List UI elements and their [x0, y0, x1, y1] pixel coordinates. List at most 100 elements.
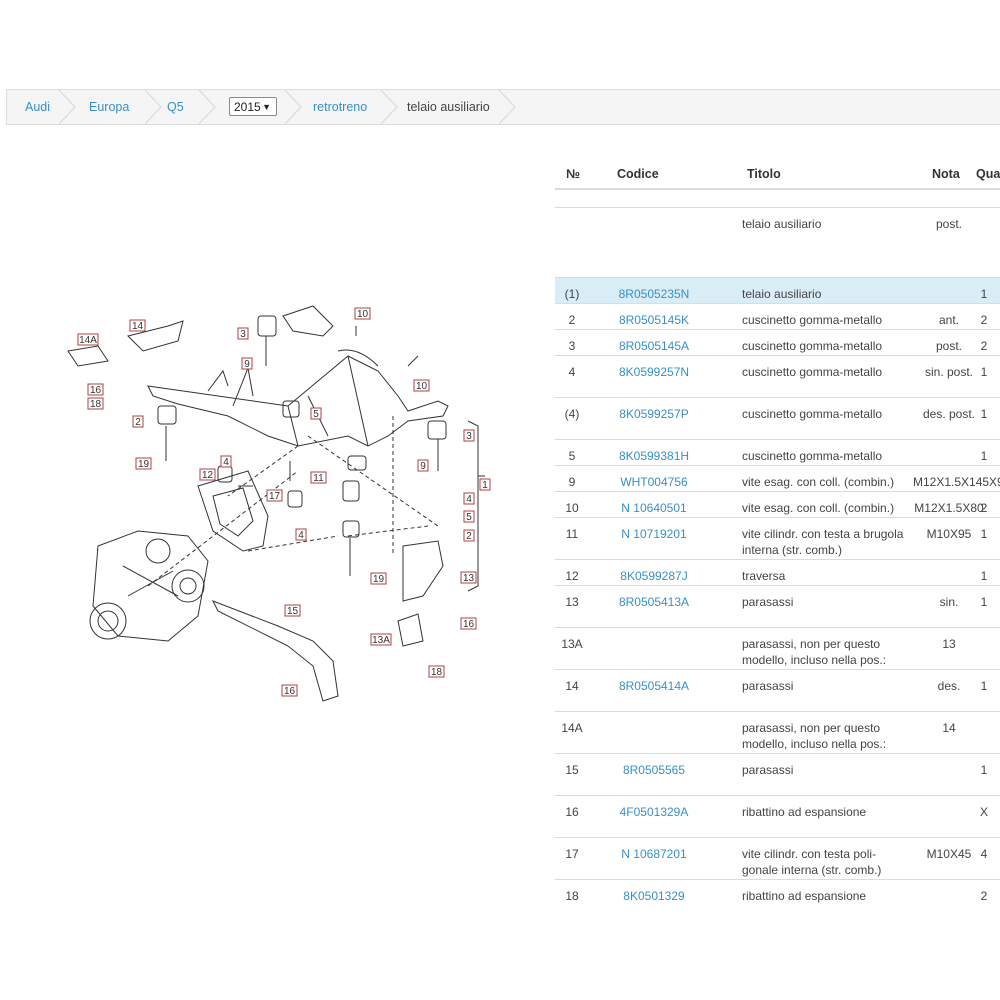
- part-title: parasassi: [742, 763, 794, 777]
- crossmember-outline: [197, 470, 269, 552]
- callout-2[interactable]: 2: [132, 415, 144, 428]
- callout-label: 16: [90, 385, 102, 396]
- part-quantity: 1: [980, 679, 988, 693]
- part-code-link[interactable]: N 10719201: [599, 526, 709, 542]
- breadcrumb: Audi Europa Q5 2015 ▼ retrotreno telaio …: [6, 89, 1000, 125]
- header-code[interactable]: Codice: [617, 167, 659, 181]
- table-row[interactable]: (1) 8R0505235N telaio ausiliario 1: [555, 277, 1000, 303]
- table-row[interactable]: 14 8R0505414A parasassi des. 1: [555, 669, 1000, 711]
- part-number: 13A: [561, 637, 583, 651]
- header-number[interactable]: №: [566, 167, 580, 181]
- part-code-link[interactable]: N 10687201: [599, 846, 709, 862]
- stone-guard-14A: [67, 345, 109, 367]
- callout-1[interactable]: 1: [479, 478, 491, 491]
- breadcrumb-item-model[interactable]: Q5: [167, 90, 184, 124]
- callout-5[interactable]: 5: [463, 510, 475, 523]
- part-code-link[interactable]: 8R0505145K: [599, 312, 709, 328]
- part-title: ribattino ad espansione: [742, 889, 867, 903]
- callout-19[interactable]: 19: [370, 572, 387, 585]
- part-code-link[interactable]: WHT004756: [599, 474, 709, 490]
- breadcrumb-item-current: telaio ausiliario: [407, 100, 490, 114]
- breadcrumb-item-region[interactable]: Europa: [89, 90, 129, 124]
- callout-16[interactable]: 16: [460, 617, 477, 630]
- callout-label: 12: [202, 470, 214, 481]
- breadcrumb-link[interactable]: Q5: [167, 100, 184, 114]
- breadcrumb-item-make[interactable]: Audi: [25, 90, 50, 124]
- table-row[interactable]: 2 8R0505145K cuscinetto gomma-metallo ant. 2: [555, 303, 1000, 329]
- header-quantity[interactable]: Qua: [976, 167, 1000, 181]
- part-title: cuscinetto gomma-metallo: [742, 407, 883, 421]
- part-quantity: 1: [980, 569, 988, 583]
- callout-14[interactable]: 14: [129, 319, 146, 332]
- part-code-link[interactable]: 8R0505565: [599, 762, 709, 778]
- callout-11[interactable]: 11: [310, 471, 327, 484]
- part-code-link[interactable]: 8R0505235N: [599, 286, 709, 302]
- part-code-link[interactable]: 8K0501329: [599, 888, 709, 904]
- callout-17[interactable]: 17: [266, 489, 283, 502]
- callout-2[interactable]: 2: [463, 529, 475, 542]
- part-number: 17: [565, 847, 579, 861]
- stone-guard-15: [211, 600, 339, 702]
- table-row[interactable]: 3 8R0505145A cuscinetto gomma-metallo post.…: [555, 329, 1000, 355]
- callout-16[interactable]: 16: [87, 383, 104, 396]
- part-code-link[interactable]: 8K0599381H: [599, 448, 709, 464]
- callout-label: 5: [313, 409, 319, 420]
- table-row[interactable]: 14A parasassi, non per questo modello, in…: [555, 711, 1000, 753]
- part-code-link[interactable]: 4F0501329A: [599, 804, 709, 820]
- table-row[interactable]: 5 8K0599381H cuscinetto gomma-metallo 1: [555, 439, 1000, 465]
- callout-5[interactable]: 5: [310, 407, 322, 420]
- callout-9[interactable]: 9: [417, 459, 429, 472]
- callout-15[interactable]: 15: [284, 604, 301, 617]
- callout-3[interactable]: 3: [237, 327, 249, 340]
- part-code-link[interactable]: 8K0599287J: [599, 568, 709, 584]
- callout-13A[interactable]: 13A: [370, 633, 392, 646]
- callout-19[interactable]: 19: [135, 457, 152, 470]
- year-select[interactable]: 2015 ▼: [229, 97, 277, 116]
- header-note[interactable]: Nota: [932, 167, 960, 181]
- callout-12[interactable]: 12: [199, 468, 216, 481]
- callout-18[interactable]: 18: [428, 665, 445, 678]
- header-title[interactable]: Titolo: [747, 167, 781, 181]
- callout-9[interactable]: 9: [241, 357, 253, 370]
- table-row[interactable]: 16 4F0501329A ribattino ad espansione X: [555, 795, 1000, 837]
- table-row[interactable]: 13A parasassi, non per questo modello, in…: [555, 627, 1000, 669]
- callout-14A[interactable]: 14A: [77, 333, 99, 346]
- part-code-link[interactable]: N 10640501: [599, 500, 709, 516]
- differential-outline: [92, 530, 209, 642]
- part-code-link[interactable]: 8K0599257N: [599, 364, 709, 380]
- breadcrumb-item-group[interactable]: retrotreno: [313, 90, 367, 124]
- breadcrumb-link[interactable]: Europa: [89, 100, 129, 114]
- part-number: (1): [564, 287, 580, 301]
- callout-10[interactable]: 10: [413, 379, 430, 392]
- part-number: 5: [568, 449, 576, 463]
- callout-16[interactable]: 16: [281, 684, 298, 697]
- table-row[interactable]: 15 8R0505565 parasassi 1: [555, 753, 1000, 795]
- table-row[interactable]: 11 N 10719201 vite cilindr. con testa a br…: [555, 517, 1000, 559]
- breadcrumb-link[interactable]: Audi: [25, 100, 50, 114]
- callout-18[interactable]: 18: [87, 397, 104, 410]
- part-code-link[interactable]: 8R0505145A: [599, 338, 709, 354]
- table-row[interactable]: 12 8K0599287J traversa 1: [555, 559, 1000, 585]
- callout-4[interactable]: 4: [295, 528, 307, 541]
- breadcrumb-link[interactable]: retrotreno: [313, 100, 367, 114]
- part-quantity: 2: [980, 501, 988, 515]
- part-code-link[interactable]: 8R0505413A: [599, 594, 709, 610]
- callout-3[interactable]: 3: [463, 429, 475, 442]
- table-row[interactable]: 9 WHT004756 vite esag. con coll. (combin.)…: [555, 465, 1000, 491]
- callout-4[interactable]: 4: [463, 492, 475, 505]
- callout-label: 14: [132, 321, 144, 332]
- table-row[interactable]: 13 8R0505413A parasassi sin. 1: [555, 585, 1000, 627]
- table-row[interactable]: 10 N 10640501 vite esag. con coll. (combin…: [555, 491, 1000, 517]
- callout-4[interactable]: 4: [220, 455, 232, 468]
- part-code-link[interactable]: 8K0599257P: [599, 406, 709, 422]
- table-row[interactable]: 17 N 10687201 vite cilindr. con testa poli…: [555, 837, 1000, 879]
- table-row[interactable]: (4) 8K0599257P cuscinetto gomma-metallo des…: [555, 397, 1000, 439]
- table-row[interactable]: 18 8K0501329 ribattino ad espansione 2: [555, 879, 1000, 905]
- callout-label: 4: [223, 457, 229, 468]
- callout-10[interactable]: 10: [354, 307, 371, 320]
- table-row[interactable]: telaio ausiliario post.: [555, 207, 1000, 277]
- part-note: post.: [935, 217, 962, 231]
- table-row[interactable]: 4 8K0599257N cuscinetto gomma-metallo sin. …: [555, 355, 1000, 397]
- part-code-link[interactable]: 8R0505414A: [599, 678, 709, 694]
- callout-13[interactable]: 13: [460, 571, 477, 584]
